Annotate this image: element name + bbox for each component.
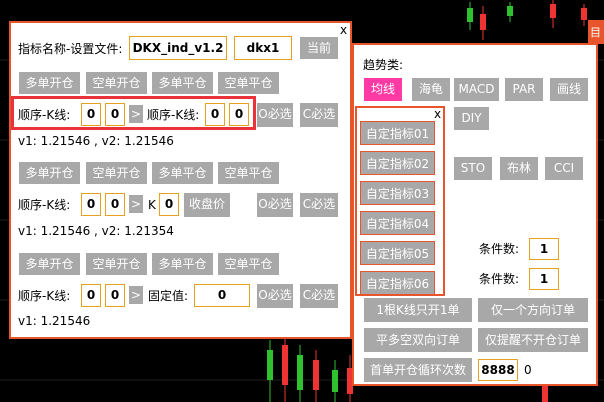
condition-count-label-2: 条件数:	[479, 272, 520, 286]
settings-file-field[interactable]: dkx1	[234, 36, 292, 60]
o-optional-button[interactable]: O必选	[257, 284, 293, 308]
loop-count-field[interactable]: 8888	[478, 359, 518, 381]
sequence-field-2[interactable]: 0	[105, 284, 125, 307]
k-label: K	[148, 198, 156, 212]
trend-sto-button[interactable]: STO	[454, 157, 492, 180]
indicator-name-label: 指标名称-设置文件:	[18, 42, 123, 56]
long-close-button[interactable]: 多单平仓	[152, 162, 213, 184]
fixed-value-label: 固定值:	[148, 289, 189, 303]
long-close-button[interactable]: 多单平仓	[152, 72, 213, 94]
c-required-button[interactable]: C必选	[300, 284, 338, 308]
condition-count-label-1: 条件数:	[479, 242, 520, 256]
sequence-kline-label: 顺序-K线:	[18, 289, 71, 303]
sequence-field-2[interactable]: 0	[105, 193, 125, 216]
custom-indicator-05[interactable]: 自定指标05	[360, 241, 435, 265]
section2-values: v1: 1.21546 , v2: 1.21354	[18, 224, 174, 238]
close-icon[interactable]: x	[434, 108, 441, 120]
trend-ma-button[interactable]: 均线	[364, 78, 402, 101]
custom-indicator-01[interactable]: 自定指标01	[360, 121, 435, 145]
short-close-button[interactable]: 空单平仓	[218, 162, 279, 184]
flat-both-directions-button[interactable]: 平多空双向订单	[364, 328, 472, 352]
trend-cci-button[interactable]: CCI	[545, 157, 583, 180]
compare-operator-button[interactable]: >	[129, 195, 143, 213]
trend-turtle-button[interactable]: 海龟	[412, 78, 450, 101]
short-open-button[interactable]: 空单开仓	[86, 72, 147, 94]
long-close-button[interactable]: 多单平仓	[152, 253, 213, 275]
indicator-name-field[interactable]: DKX_ind_v1.2	[129, 36, 227, 60]
window-edge-tab[interactable]: 目	[588, 20, 604, 44]
highlight-frame	[11, 96, 256, 130]
one-direction-order-button[interactable]: 仅一个方向订单	[478, 298, 588, 322]
compare-operator-button[interactable]: >	[129, 286, 143, 304]
sequence-field-1[interactable]: 0	[81, 193, 101, 216]
strategy-settings-panel: x 指标名称-设置文件: DKX_ind_v1.2 dkx1 当前 多单开仓 空…	[9, 21, 352, 339]
trend-bollinger-button[interactable]: 布林	[500, 157, 538, 180]
short-close-button[interactable]: 空单平仓	[218, 72, 279, 94]
c-required-button[interactable]: C必选	[300, 193, 338, 217]
o-optional-button[interactable]: O必选	[257, 193, 293, 217]
loop-value: 0	[524, 363, 532, 377]
sequence-kline-label: 顺序-K线:	[18, 198, 71, 212]
alert-only-button[interactable]: 仅提醒不开仓订单	[478, 328, 588, 352]
current-button[interactable]: 当前	[300, 37, 338, 59]
trend-par-button[interactable]: PAR	[505, 78, 543, 101]
close-icon[interactable]: x	[340, 24, 347, 36]
custom-indicator-02[interactable]: 自定指标02	[360, 151, 435, 175]
section1-values: v1: 1.21546 , v2: 1.21546	[18, 134, 174, 148]
c-required-button[interactable]: C必选	[300, 103, 338, 127]
short-close-button[interactable]: 空单平仓	[218, 253, 279, 275]
trend-macd-button[interactable]: MACD	[454, 78, 499, 101]
long-open-button[interactable]: 多单开仓	[19, 72, 80, 94]
long-open-button[interactable]: 多单开仓	[19, 253, 80, 275]
trend-drawline-button[interactable]: 画线	[550, 78, 588, 101]
long-open-button[interactable]: 多单开仓	[19, 162, 80, 184]
trend-title: 趋势类:	[363, 58, 404, 72]
one-order-per-bar-button[interactable]: 1根K线只开1单	[364, 298, 472, 322]
custom-indicator-popup: x 自定指标01 自定指标02 自定指标03 自定指标04 自定指标05 自定指…	[355, 106, 445, 296]
k-value-field[interactable]: 0	[159, 193, 179, 216]
condition-count-field-2[interactable]: 1	[529, 268, 559, 290]
condition-count-field-1[interactable]: 1	[529, 238, 559, 260]
custom-indicator-06[interactable]: 自定指标06	[360, 271, 435, 295]
section3-values: v1: 1.21546	[18, 314, 91, 328]
sequence-field-1[interactable]: 0	[81, 284, 101, 307]
first-order-loop-button[interactable]: 首单开仓循环次数	[364, 358, 472, 382]
custom-indicator-03[interactable]: 自定指标03	[360, 181, 435, 205]
short-open-button[interactable]: 空单开仓	[86, 162, 147, 184]
fixed-value-field[interactable]: 0	[194, 284, 250, 307]
o-optional-button[interactable]: O必选	[257, 103, 293, 127]
custom-indicator-04[interactable]: 自定指标04	[360, 211, 435, 235]
trend-diy-button[interactable]: DIY	[454, 107, 489, 130]
edge-tab-glyph: 目	[590, 26, 601, 39]
short-open-button[interactable]: 空单开仓	[86, 253, 147, 275]
close-price-button[interactable]: 收盘价	[184, 193, 230, 217]
